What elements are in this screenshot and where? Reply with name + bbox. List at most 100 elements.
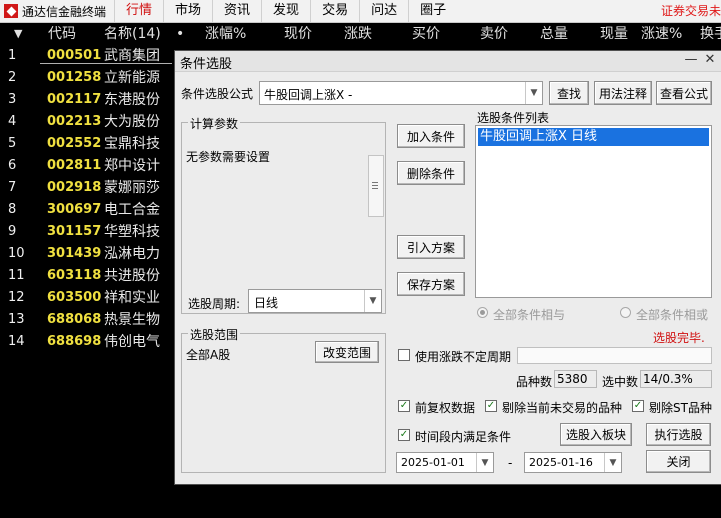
formula-select[interactable]: 牛股回调上涨X - ▼ [259,81,543,105]
col-volume[interactable]: 总量 [540,23,568,45]
row-number: 12 [8,290,25,305]
forward-adjust-checkbox[interactable]: ✓ [398,400,410,412]
minimize-icon[interactable]: — [683,52,699,67]
stock-name: 大为股份 [104,114,160,130]
col-name[interactable]: 名称(14) [104,23,161,45]
stock-name: 祥和实业 [104,290,160,306]
row-number: 2 [8,70,17,85]
save-plan-button[interactable]: 保存方案 [397,272,465,296]
row-number: 4 [8,114,17,129]
scope-group: 选股范围 全部A股 改变范围 [181,326,386,473]
calc-params-group: 计算参数 无参数需要设置 选股周期: 日线 ▼ [181,115,386,314]
menu-discover[interactable]: 发现 [261,0,310,22]
delete-condition-button[interactable]: 删除条件 [397,161,465,185]
scope-value: 全部A股 [186,348,231,362]
stock-code: 300697 [47,202,102,217]
row-number: 8 [8,202,17,217]
col-cur-volume[interactable]: 现量 [600,23,628,45]
exclude-st-checkbox[interactable]: ✓ [632,400,644,412]
date-to-value: 2025-01-16 [529,456,593,469]
menu-quotes[interactable]: 行情 [114,0,163,22]
stock-name: 宝鼎科技 [104,136,160,152]
count-label: 品种数 [516,375,553,389]
stock-code: 603500 [47,290,102,305]
exclude-st-label: 剔除ST品种 [649,401,712,415]
col-pct-change[interactable]: 涨幅% [205,23,246,45]
condition-list-item[interactable]: 牛股回调上涨X 日线 [478,128,709,146]
exclude-untraded-label: 剔除当前未交易的品种 [502,401,623,415]
params-scrollbar[interactable] [368,155,384,217]
col-code[interactable]: 代码 [48,23,76,45]
period-label: 选股周期: [188,297,241,311]
add-condition-button[interactable]: 加入条件 [397,124,465,148]
uncertain-period-checkbox[interactable] [398,349,410,361]
close-icon[interactable]: ✕ [702,52,718,67]
menu-bar: 通达信金融终端 行情 市场 资讯 发现 交易 问达 圈子 证券交易未 [0,0,721,23]
quote-table-header: ▼ 代码 名称(14) • 涨幅% 现价 涨跌 买价 卖价 总量 现量 涨速% … [0,23,721,45]
uncertain-period-field[interactable] [517,347,712,364]
stock-name: 立新能源 [104,70,160,86]
col-turnover[interactable]: 换手 [700,23,721,45]
stock-name: 电工合金 [104,202,160,218]
stock-name: 泓淋电力 [104,246,160,262]
stock-name: 热景生物 [104,312,160,328]
col-price[interactable]: 现价 [284,23,312,45]
stock-name: 蒙娜丽莎 [104,180,160,196]
col-change[interactable]: 涨跌 [344,23,372,45]
date-from-picker[interactable]: 2025-01-01 ▼ [396,452,494,473]
dialog-title: 条件选股 [180,57,233,72]
chevron-down-icon[interactable]: ▼ [525,82,542,104]
dialog-titlebar[interactable]: 条件选股 — ✕ [175,51,721,72]
menu-market[interactable]: 市场 [163,0,212,22]
menu-news[interactable]: 资讯 [212,0,261,22]
selected-value: 14/0.3% [640,370,712,388]
selected-label: 选中数 [602,375,639,389]
usage-notes-button[interactable]: 用法注释 [594,81,652,105]
view-formula-button[interactable]: 查看公式 [656,81,712,105]
exclude-untraded-checkbox[interactable]: ✓ [485,400,497,412]
col-dot: • [176,26,185,42]
stock-code: 001258 [47,70,102,85]
condition-list-title: 选股条件列表 [477,111,550,125]
date-to-picker[interactable]: 2025-01-16 ▼ [524,452,622,473]
stock-code: 002811 [47,158,102,173]
row-number: 10 [8,246,25,261]
chevron-down-icon[interactable]: ▼ [604,453,621,472]
formula-label: 条件选股公式 [181,87,254,101]
stock-screener-dialog: 条件选股 — ✕ 条件选股公式 牛股回调上涨X - ▼ 查找 用法注释 查看公式… [174,50,721,485]
no-params-text: 无参数需要设置 [186,150,271,164]
security-warning[interactable]: 证券交易未 [661,0,721,22]
radio-or[interactable] [620,307,631,318]
status-text: 选股完毕. [653,331,705,345]
radio-and[interactable] [477,307,488,318]
stock-code: 688698 [47,334,102,349]
row-number: 14 [8,334,25,349]
row-number: 5 [8,136,17,151]
chevron-down-icon[interactable]: ▼ [364,290,381,312]
run-screen-button[interactable]: 执行选股 [646,423,711,446]
stock-name: 伟创电气 [104,334,160,350]
calc-params-title: 计算参数 [188,115,241,132]
stock-code: 603118 [47,268,102,283]
row-number: 13 [8,312,25,327]
date-separator: - [508,456,513,470]
period-select[interactable]: 日线 ▼ [248,289,382,313]
change-scope-button[interactable]: 改变范围 [315,341,379,363]
find-button[interactable]: 查找 [549,81,589,105]
time-range-checkbox[interactable]: ✓ [398,429,410,441]
stock-code: 002918 [47,180,102,195]
import-plan-button[interactable]: 引入方案 [397,235,465,259]
row-number: 3 [8,92,17,107]
stock-name: 华塑科技 [104,224,160,240]
menu-circle[interactable]: 圈子 [408,0,457,22]
col-ask[interactable]: 卖价 [480,23,508,45]
condition-list[interactable]: 牛股回调上涨X 日线 [475,125,712,298]
add-to-block-button[interactable]: 选股入板块 [560,423,632,446]
col-bid[interactable]: 买价 [412,23,440,45]
chevron-down-icon[interactable]: ▼ [476,453,493,472]
close-button[interactable]: 关闭 [646,450,711,473]
sort-arrow-icon[interactable]: ▼ [14,23,22,45]
menu-ask[interactable]: 问达 [359,0,408,22]
col-speed[interactable]: 涨速% [641,23,682,45]
menu-trade[interactable]: 交易 [310,0,359,22]
